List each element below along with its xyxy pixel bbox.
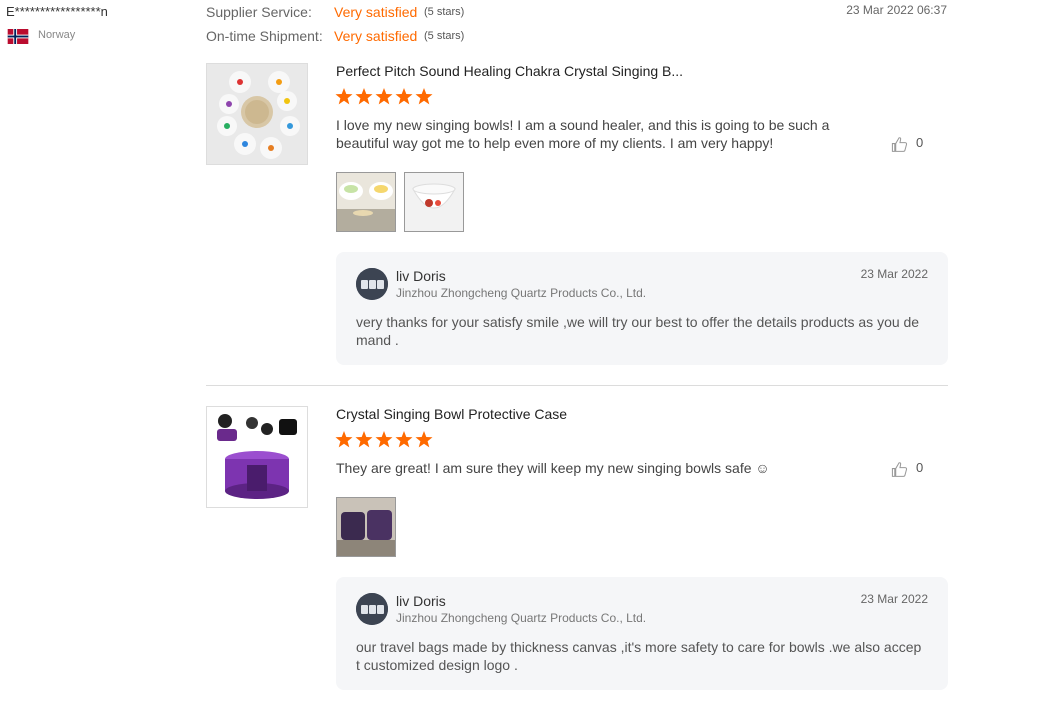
product-image-singing-bowls[interactable] bbox=[206, 63, 308, 165]
review-photo[interactable] bbox=[336, 172, 396, 232]
product-image-protective-case[interactable] bbox=[206, 406, 308, 508]
review-photo[interactable] bbox=[404, 172, 464, 232]
supplier-reply: liv Doris Jinzhou Zhongcheng Quartz Prod… bbox=[336, 577, 948, 690]
star-icon bbox=[355, 431, 373, 448]
buyer-name: E*****************n bbox=[6, 4, 108, 19]
product-title[interactable]: Perfect Pitch Sound Healing Chakra Cryst… bbox=[336, 63, 683, 79]
star-icon bbox=[395, 431, 413, 448]
review-timestamp: 23 Mar 2022 06:37 bbox=[846, 3, 947, 17]
star-icon bbox=[355, 88, 373, 105]
review-text: I love my new singing bowls! I am a soun… bbox=[336, 117, 830, 151]
reply-date: 23 Mar 2022 bbox=[860, 592, 928, 606]
reply-author-name: liv Doris bbox=[396, 268, 446, 284]
thumbs-up-icon[interactable] bbox=[891, 136, 908, 153]
rating-label-shipment: On-time Shipment: bbox=[206, 28, 323, 44]
rating-value-supplier-service: Very satisfied bbox=[334, 4, 418, 20]
star-icon bbox=[375, 88, 393, 105]
star-icon bbox=[375, 431, 393, 448]
star-icon bbox=[335, 88, 353, 105]
star-icon bbox=[415, 88, 433, 105]
rating-stars-supplier-service: (5 stars) bbox=[424, 6, 465, 18]
like-count: 0 bbox=[916, 460, 924, 475]
reply-company: Jinzhou Zhongcheng Quartz Products Co., … bbox=[396, 611, 647, 625]
rating-stars-shipment: (5 stars) bbox=[424, 30, 465, 42]
supplier-avatar bbox=[356, 268, 388, 300]
star-rating bbox=[335, 431, 433, 448]
rating-value-shipment: Very satisfied bbox=[334, 28, 418, 44]
rating-label-supplier-service: Supplier Service: bbox=[206, 4, 312, 20]
reply-author-name: liv Doris bbox=[396, 593, 446, 609]
like-count: 0 bbox=[916, 135, 924, 150]
star-icon bbox=[395, 88, 413, 105]
star-rating bbox=[335, 88, 433, 105]
review-text: They are great! I am sure they will keep… bbox=[336, 460, 770, 476]
reply-date: 23 Mar 2022 bbox=[860, 267, 928, 281]
star-icon bbox=[415, 431, 433, 448]
buyer-country: Norway bbox=[38, 29, 76, 41]
reply-text: our travel bags made by thickness canvas… bbox=[356, 639, 922, 673]
supplier-reply: liv Doris Jinzhou Zhongcheng Quartz Prod… bbox=[336, 252, 948, 365]
supplier-avatar bbox=[356, 593, 388, 625]
review-divider bbox=[206, 385, 948, 386]
thumbs-up-icon[interactable] bbox=[891, 461, 908, 478]
review-photo[interactable] bbox=[336, 497, 396, 557]
reply-company: Jinzhou Zhongcheng Quartz Products Co., … bbox=[396, 286, 647, 300]
star-icon bbox=[335, 431, 353, 448]
product-title[interactable]: Crystal Singing Bowl Protective Case bbox=[336, 406, 567, 422]
norway-flag-icon bbox=[7, 29, 29, 44]
reply-text: very thanks for your satisfy smile ,we w… bbox=[356, 314, 920, 348]
